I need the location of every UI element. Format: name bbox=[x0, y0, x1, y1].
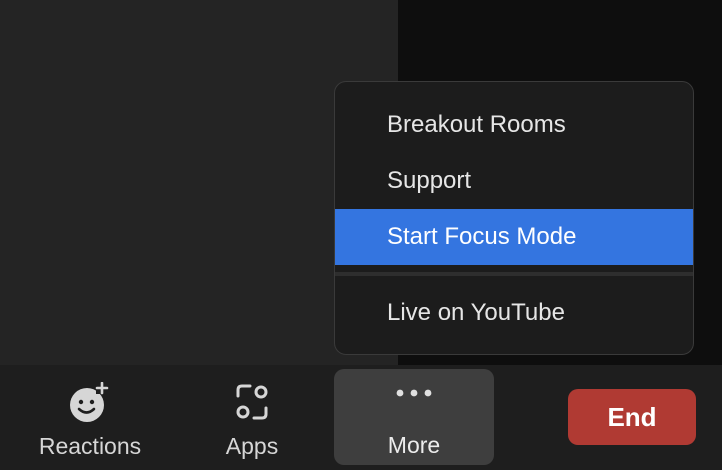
reactions-label: Reactions bbox=[38, 433, 142, 459]
apps-label: Apps bbox=[225, 433, 279, 459]
more-button[interactable]: More bbox=[334, 369, 494, 465]
meeting-toolbar: Reactions Apps More End bbox=[0, 365, 722, 470]
menu-item-start-focus-mode[interactable]: Start Focus Mode bbox=[335, 209, 693, 265]
menu-item-label: Live on YouTube bbox=[387, 299, 565, 326]
menu-item-support[interactable]: Support bbox=[335, 153, 693, 209]
ellipsis-icon bbox=[392, 383, 436, 408]
menu-item-breakout-rooms[interactable]: Breakout Rooms bbox=[335, 97, 693, 153]
more-menu: Breakout Rooms Support Start Focus Mode … bbox=[334, 81, 694, 355]
meeting-window: Breakout Rooms Support Start Focus Mode … bbox=[0, 0, 722, 470]
menu-divider bbox=[335, 272, 693, 276]
end-meeting-button[interactable]: End bbox=[568, 389, 696, 445]
emoji-add-icon bbox=[68, 381, 112, 431]
apps-button[interactable]: Apps bbox=[182, 370, 322, 466]
menu-item-label: Start Focus Mode bbox=[387, 223, 577, 250]
menu-item-live-on-youtube[interactable]: Live on YouTube bbox=[335, 285, 693, 341]
reactions-button[interactable]: Reactions bbox=[20, 370, 160, 466]
apps-icon bbox=[232, 382, 272, 427]
menu-item-label: Support bbox=[387, 167, 472, 194]
more-label: More bbox=[387, 432, 441, 458]
menu-item-label: Breakout Rooms bbox=[387, 111, 566, 138]
